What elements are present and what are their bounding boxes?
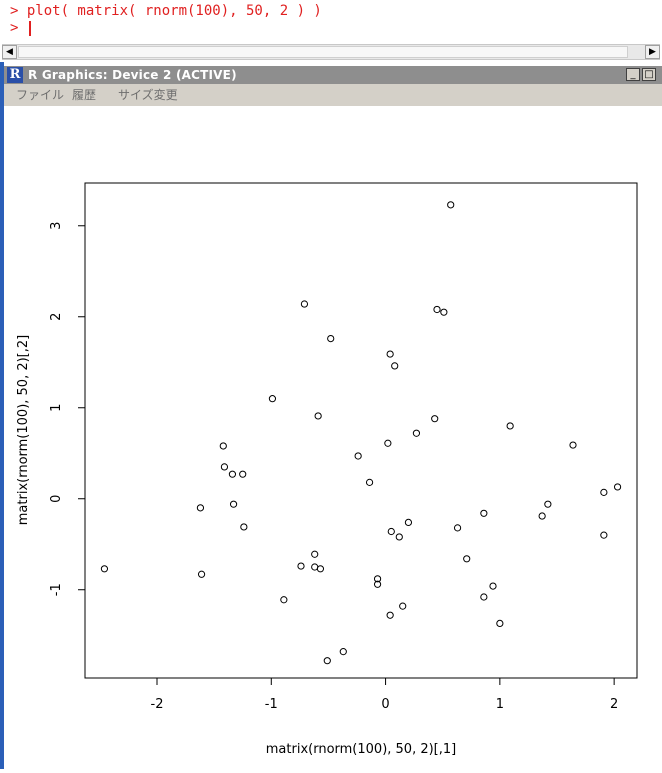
plot-canvas: -2 -1 0 1 2 -1 0 1 2 3 matrix(rnorm(100), 50, 2)… (4, 106, 662, 769)
menu-file[interactable]: ファイル (16, 84, 64, 106)
data-point (268, 395, 277, 403)
maximize-icon: □ (644, 69, 654, 80)
y-axis: -1 0 1 2 3 (49, 222, 86, 596)
data-point (480, 509, 488, 517)
scatter-plot: -2 -1 0 1 2 -1 0 1 2 3 matrix(rnorm(100), 50, 2)… (16, 182, 638, 757)
data-point (431, 415, 439, 423)
data-point (440, 308, 448, 316)
data-point (300, 300, 309, 308)
y-tick-label: 0 (49, 495, 64, 503)
data-point (196, 504, 205, 512)
text-cursor (28, 20, 31, 36)
data-point (600, 531, 608, 539)
data-point (297, 562, 305, 570)
console-prompt-line[interactable]: > (10, 19, 31, 37)
r-logo-icon: R (7, 67, 23, 83)
data-point (480, 593, 488, 601)
data-point (387, 527, 395, 536)
data-point (538, 512, 546, 520)
arrow-right-icon: ▶ (649, 47, 656, 57)
data-point (197, 570, 206, 578)
data-point (384, 439, 392, 447)
console-prompt: > (10, 20, 27, 36)
scrollbar-thumb[interactable] (18, 46, 628, 58)
data-point (433, 305, 441, 314)
data-point (323, 657, 331, 665)
y-axis-label: matrix(rnorm(100), 50, 2)[,2] (16, 335, 31, 525)
data-point (613, 483, 622, 491)
data-point (391, 362, 399, 370)
data-point (489, 582, 497, 590)
x-tick-label: 0 (381, 697, 389, 712)
data-point (412, 429, 421, 437)
console-area[interactable]: > plot( matrix( rnorm(100), 50, 2 ) ) > … (0, 0, 662, 62)
data-point (354, 452, 362, 460)
data-point (506, 422, 514, 430)
arrow-left-icon: ◀ (6, 47, 13, 57)
data-point (386, 611, 394, 619)
data-point (219, 442, 227, 450)
scroll-left-button[interactable]: ◀ (2, 45, 17, 59)
y-tick-label: 2 (49, 313, 64, 321)
data-point (399, 602, 407, 610)
data-point (453, 524, 462, 532)
data-point (496, 619, 504, 628)
data-point (463, 555, 471, 563)
data-point (280, 596, 288, 604)
minimize-icon: _ (630, 69, 636, 80)
console-command-line: > plot( matrix( rnorm(100), 50, 2 ) ) (10, 3, 322, 19)
menu-bar: ファイル 履歴 サイズ変更 (4, 84, 662, 106)
data-point (229, 500, 238, 508)
menu-history[interactable]: 履歴 (72, 84, 96, 106)
x-tick-label: 1 (496, 697, 504, 712)
data-point (404, 518, 413, 527)
x-axis: -2 -1 0 1 2 (151, 677, 618, 712)
data-point (327, 334, 335, 343)
y-tick-label: -1 (49, 583, 64, 596)
data-point (314, 412, 322, 420)
maximize-button[interactable]: □ (642, 68, 656, 81)
data-point (220, 463, 229, 471)
data-point (365, 478, 374, 486)
y-tick-label: 1 (49, 404, 64, 412)
window-title: R Graphics: Device 2 (ACTIVE) (28, 68, 237, 82)
scroll-right-button[interactable]: ▶ (645, 45, 660, 59)
data-points (100, 201, 622, 665)
data-point (240, 523, 248, 531)
x-tick-label: -2 (151, 697, 164, 712)
graphics-window-titlebar[interactable]: R R Graphics: Device 2 (ACTIVE) _ □ (4, 66, 662, 84)
data-point (447, 201, 455, 209)
data-point (544, 500, 552, 508)
data-point (569, 441, 577, 449)
minimize-button[interactable]: _ (626, 68, 640, 81)
data-point (228, 470, 237, 478)
data-point (339, 648, 347, 656)
data-point (100, 565, 109, 573)
menu-resize[interactable]: サイズ変更 (118, 84, 178, 106)
y-tick-label: 3 (49, 222, 64, 230)
data-point (386, 350, 394, 358)
data-point (395, 533, 403, 541)
x-axis-label: matrix(rnorm(100), 50, 2)[,1] (266, 742, 456, 757)
data-point (600, 488, 608, 496)
horizontal-scrollbar[interactable]: ◀ ▶ (2, 44, 660, 60)
plot-frame (84, 182, 638, 679)
x-tick-label: -1 (265, 697, 278, 712)
data-point (239, 470, 247, 478)
data-point (311, 550, 319, 558)
data-point (316, 565, 325, 573)
x-tick-label: 2 (610, 697, 618, 712)
